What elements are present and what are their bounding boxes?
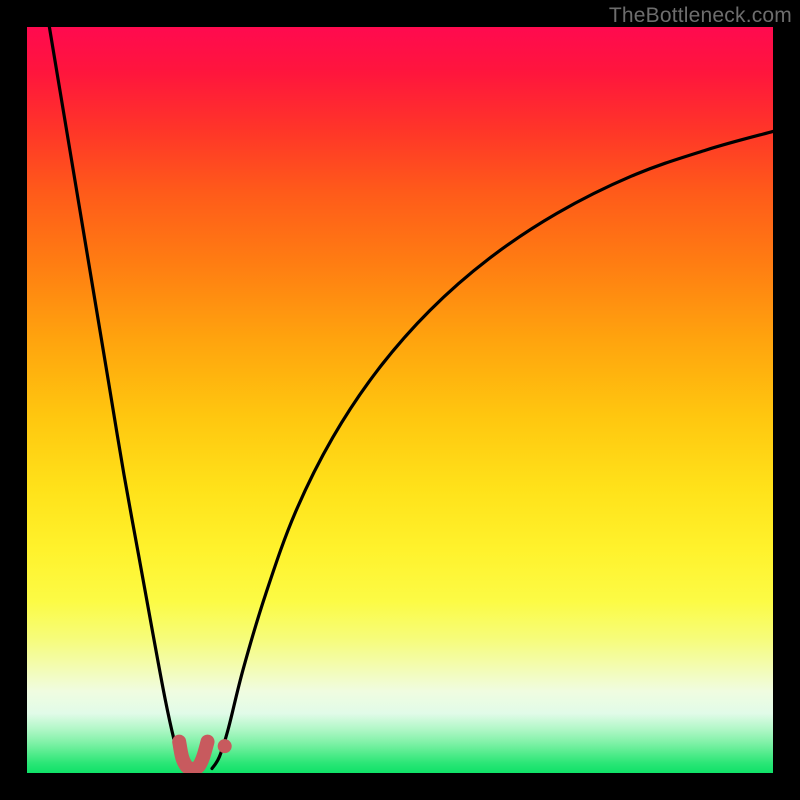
attribution-label: TheBottleneck.com <box>609 4 792 28</box>
u-shape-marker <box>179 742 207 769</box>
markers-layer <box>27 27 773 773</box>
chart-plot-area <box>27 27 773 773</box>
dot-marker <box>218 739 232 753</box>
